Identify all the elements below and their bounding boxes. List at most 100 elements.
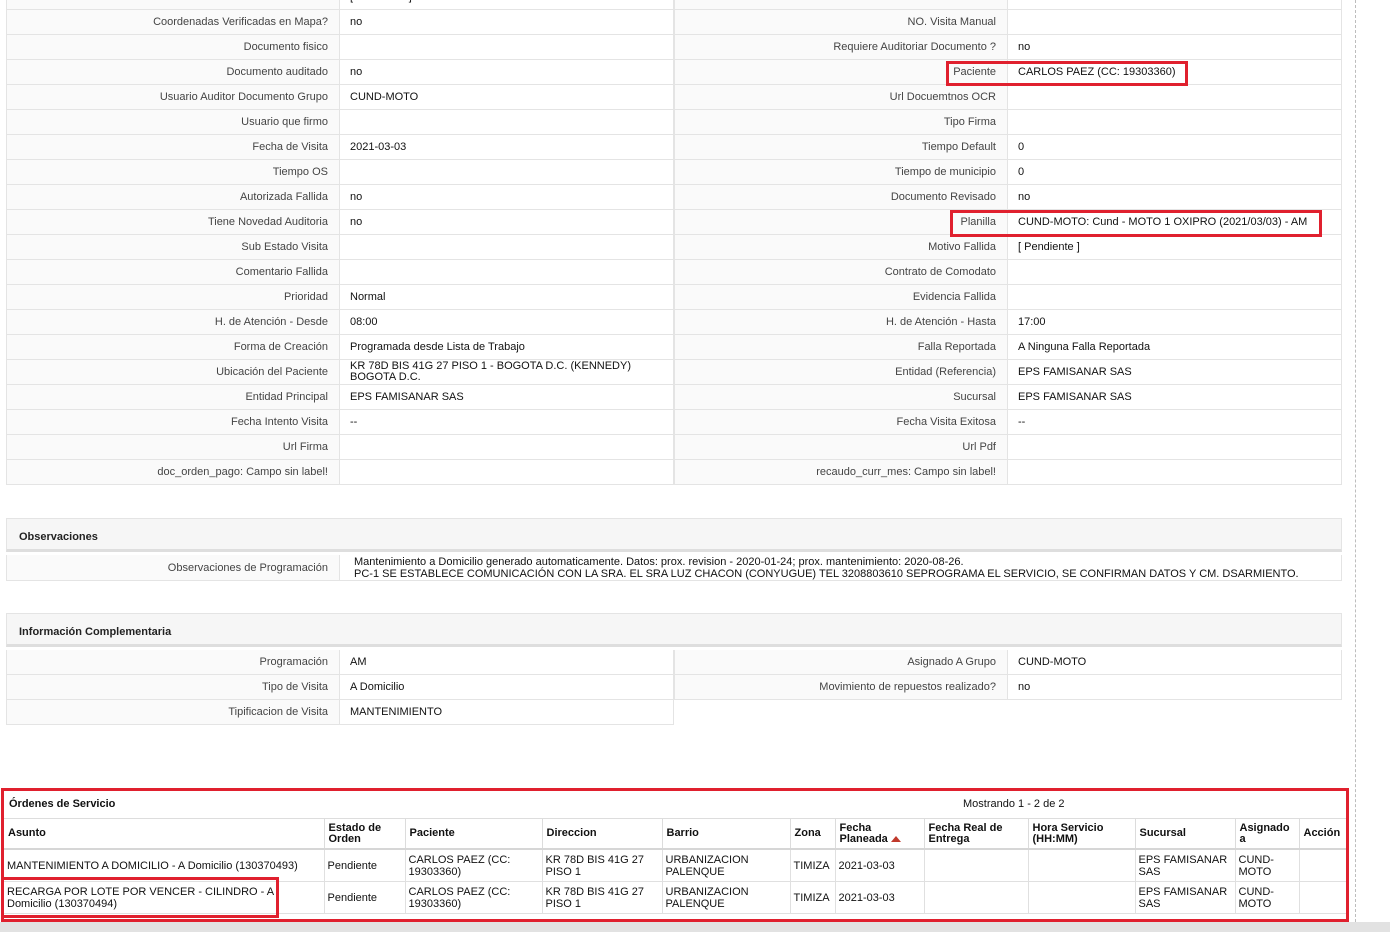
field-label: NO. Visita Manual: [674, 10, 1008, 35]
column-header-label: Sucursal: [1139, 827, 1186, 839]
observaciones-line-2: PC-1 SE ESTABLECE COMUNICACIÓN CON LA SR…: [354, 568, 1299, 580]
field-value: --: [340, 410, 674, 435]
table-row[interactable]: MANTENIMIENTO A DOMICILIO - A Domicilio …: [4, 849, 1347, 882]
table-cell[interactable]: RECARGA POR LOTE POR VENCER - CILINDRO -…: [4, 881, 325, 914]
field-label: doc_orden_pago: Campo sin label!: [6, 460, 340, 485]
column-header[interactable]: Asignado a: [1235, 819, 1300, 850]
detail-row: Tipificacion de Visita MANTENIMIENTO: [6, 700, 1342, 725]
table-cell: CUND-MOTO: [1235, 849, 1300, 882]
field-value: [ Pendiente ]: [1008, 235, 1342, 260]
field-value: [1008, 110, 1342, 135]
column-header[interactable]: Acción: [1299, 819, 1347, 850]
field-value: Programada desde Lista de Trabajo: [340, 335, 674, 360]
column-header[interactable]: Estado de Orden: [324, 819, 406, 850]
column-header[interactable]: Barrio: [662, 819, 791, 850]
field-value: 08:00: [340, 310, 674, 335]
orders-count: Mostrando 1 - 2 de 2: [963, 798, 1065, 810]
detail-row: Coordenadas Verificadas en Mapa? no NO. Vi…: [6, 10, 1342, 35]
table-cell: [1028, 849, 1136, 882]
sort-ascending-icon[interactable]: [890, 835, 901, 842]
field-value: EPS FAMISANAR SAS: [1008, 385, 1342, 410]
field-label: Tiempo OS: [6, 160, 340, 185]
table-cell: 2021-03-03: [835, 881, 925, 914]
column-header[interactable]: Paciente: [405, 819, 543, 850]
field-value: no: [1008, 35, 1342, 60]
field-value: [340, 235, 674, 260]
field-value: --: [1008, 410, 1342, 435]
detail-row: Usuario Auditor Documento Grupo CUND-MOTO…: [6, 85, 1342, 110]
table-cell[interactable]: MANTENIMIENTO A DOMICILIO - A Domicilio …: [4, 849, 325, 882]
observaciones-title: Observaciones: [19, 531, 98, 543]
detail-row: Comentario Fallida Contrato de Comodato: [6, 260, 1342, 285]
column-header[interactable]: Fecha Real de Entrega: [924, 819, 1029, 850]
field-value: no: [340, 185, 674, 210]
detail-row: Tiene Novedad Auditoria no Planilla CUND-MO…: [6, 210, 1342, 235]
field-label: Programación: [6, 650, 340, 675]
field-value: 17:00: [1008, 310, 1342, 335]
field-label: Tiene Novedad Auditoria: [6, 210, 340, 235]
field-label: Tipo de Visita: [6, 675, 340, 700]
column-header[interactable]: Zona: [790, 819, 836, 850]
column-header[interactable]: Direccion: [542, 819, 663, 850]
observaciones-value: Mantenimiento a Domicilio generado autom…: [340, 555, 1342, 581]
field-label: Url Docuemtnos OCR: [674, 85, 1008, 110]
field-label: Documento Revisado: [674, 185, 1008, 210]
column-header-label: Direccion: [546, 827, 597, 839]
field-value: 0: [1008, 135, 1342, 160]
field-label: Sucursal: [674, 385, 1008, 410]
field-label: Documento auditado: [6, 60, 340, 85]
page-divider: [1355, 0, 1356, 932]
column-header-label: Zona: [794, 827, 821, 839]
field-label: Entidad Principal: [6, 385, 340, 410]
table-cell: CARLOS PAEZ (CC: 19303360): [405, 849, 543, 882]
field-value: [1008, 85, 1342, 110]
field-label: Autorizada Fallida: [6, 185, 340, 210]
detail-row: Autorizada Fallida no Documento Revisado no: [6, 185, 1342, 210]
column-header[interactable]: Sucursal: [1135, 819, 1236, 850]
field-label: Requiere Auditoriar Documento ?: [674, 35, 1008, 60]
table-cell: [1299, 849, 1347, 882]
column-header[interactable]: Asunto: [4, 819, 325, 850]
detail-row: Prioridad Normal Evidencia Fallida: [6, 285, 1342, 310]
field-label: Prioridad: [6, 285, 340, 310]
column-header-label: Asunto: [8, 827, 46, 839]
field-value: [340, 110, 674, 135]
field-value: CUND-MOTO: [1008, 650, 1342, 675]
field-value: A Ninguna Falla Reportada: [1008, 335, 1342, 360]
detail-row: Tipo de Visita A Domicilio Movimiento de r…: [6, 675, 1342, 700]
table-row[interactable]: RECARGA POR LOTE POR VENCER - CILINDRO -…: [4, 881, 1347, 914]
detail-row: Usuario que firmo Tipo Firma: [6, 110, 1342, 135]
table-cell: URBANIZACION PALENQUE: [662, 881, 791, 914]
complementaria-grid: Programación AM Asignado A Grupo CUND-MOTO T…: [6, 650, 1342, 725]
detail-row-partial: Toma de Datos GPS[ Pendiente ]Corrección…: [6, 0, 1342, 10]
horizontal-scrollbar[interactable]: [0, 922, 1390, 932]
table-cell: EPS FAMISANAR SAS: [1135, 881, 1236, 914]
column-header-label: Fecha Planeada: [839, 821, 888, 845]
table-cell: [1028, 881, 1136, 914]
table-cell: EPS FAMISANAR SAS: [1135, 849, 1236, 882]
observaciones-line-1: Mantenimiento a Domicilio generado autom…: [354, 556, 964, 568]
detail-row: Tiempo OS Tiempo de municipio 0: [6, 160, 1342, 185]
field-label: Usuario que firmo: [6, 110, 340, 135]
field-label: recaudo_curr_mes: Campo sin label!: [674, 460, 1008, 485]
field-label: Evidencia Fallida: [674, 285, 1008, 310]
column-header-label: Acción: [1303, 827, 1341, 839]
field-label: Movimiento de repuestos realizado?: [674, 675, 1008, 700]
column-header[interactable]: Fecha Planeada: [835, 819, 925, 850]
field-value: [340, 460, 674, 485]
observaciones-row: Observaciones de Programación Mantenimie…: [6, 555, 1342, 581]
detail-row: Fecha de Visita 2021-03-03 Tiempo Default 0: [6, 135, 1342, 160]
table-cell: CARLOS PAEZ (CC: 19303360): [405, 881, 543, 914]
field-value: [1008, 0, 1342, 10]
detail-row: Entidad Principal EPS FAMISANAR SAS Sucurs…: [6, 385, 1342, 410]
field-label: Contrato de Comodato: [674, 260, 1008, 285]
field-label: Url Pdf: [674, 435, 1008, 460]
field-value: [340, 35, 674, 60]
column-header-label: Asignado a: [1239, 821, 1290, 845]
column-header-label: Fecha Real de Entrega: [928, 821, 1003, 845]
complementaria-title: Información Complementaria: [19, 626, 172, 638]
column-header[interactable]: Hora Servicio (HH:MM): [1028, 819, 1136, 850]
table-cell: 2021-03-03: [835, 849, 925, 882]
field-value: [1008, 285, 1342, 310]
field-value: [1008, 435, 1342, 460]
